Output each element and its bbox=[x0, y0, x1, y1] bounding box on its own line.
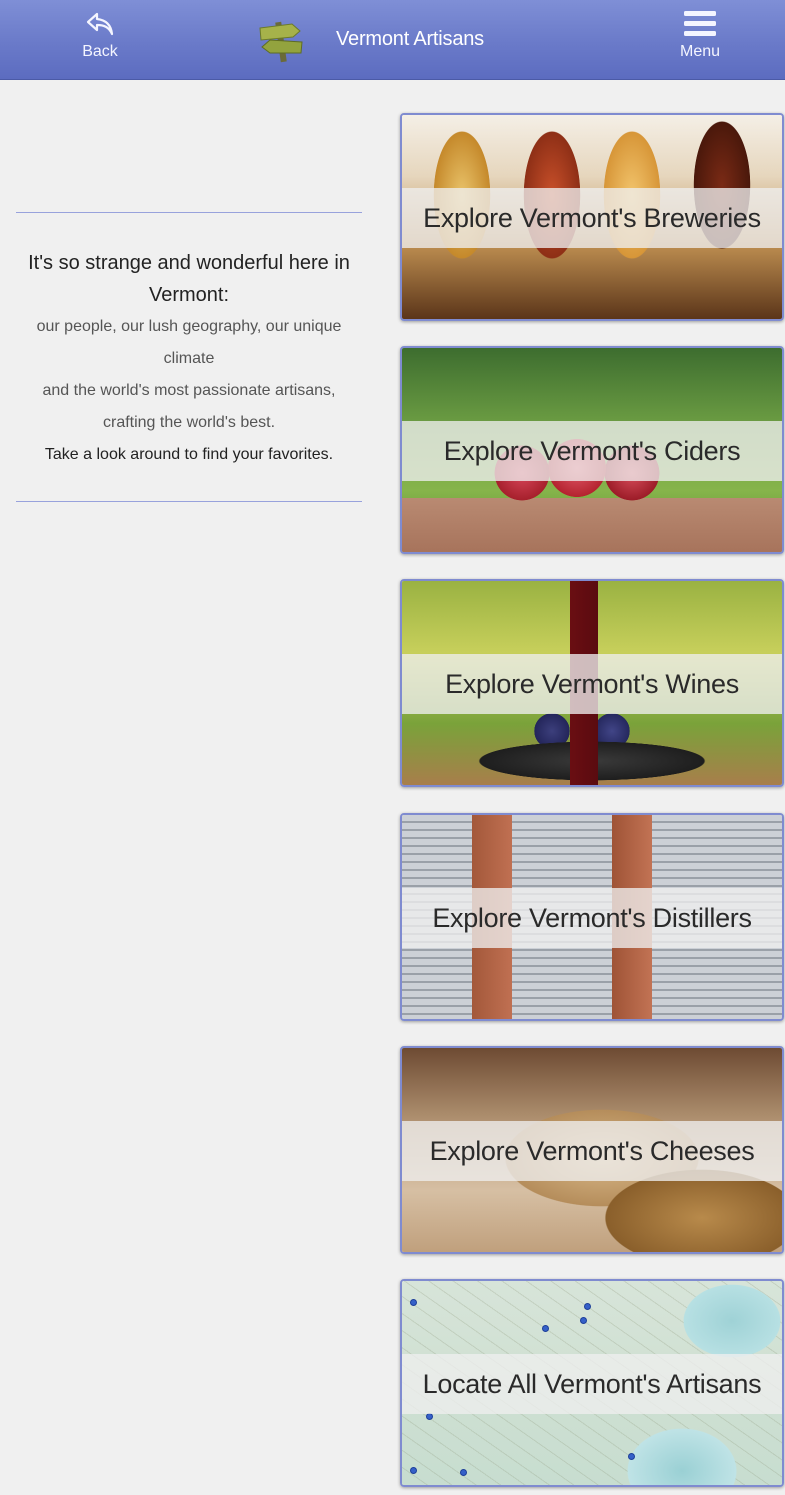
card-label: Explore Vermont's Cheeses bbox=[429, 1135, 755, 1166]
card-label: Explore Vermont's Breweries bbox=[423, 202, 761, 233]
map-pin-icon bbox=[542, 1325, 549, 1332]
card-ciders[interactable]: Explore Vermont's Ciders bbox=[400, 346, 784, 554]
map-pin-icon bbox=[580, 1317, 587, 1324]
intro-line-2: and the world's most passionate artisans… bbox=[42, 382, 336, 431]
intro-heading: It's so strange and wonderful here in Ve… bbox=[28, 252, 350, 306]
hamburger-menu-icon bbox=[684, 10, 716, 43]
signpost-logo-icon bbox=[256, 16, 306, 64]
map-pin-icon bbox=[410, 1467, 417, 1474]
menu-label: Menu bbox=[679, 43, 721, 60]
map-pin-icon bbox=[410, 1299, 417, 1306]
back-button[interactable]: Back bbox=[78, 10, 122, 61]
map-pin-icon bbox=[460, 1469, 467, 1476]
intro-cta: Take a look around to find your favorite… bbox=[44, 446, 334, 463]
map-pin-icon bbox=[628, 1453, 635, 1460]
card-label: Explore Vermont's Ciders bbox=[443, 435, 741, 466]
back-label: Back bbox=[82, 43, 118, 60]
intro-panel: It's so strange and wonderful here in Ve… bbox=[16, 212, 362, 502]
card-label: Locate All Vermont's Artisans bbox=[422, 1368, 762, 1399]
app-title: Vermont Artisans bbox=[336, 28, 484, 50]
card-wines[interactable]: Explore Vermont's Wines bbox=[400, 579, 784, 787]
app-header: Back Vermont Artisans Menu bbox=[0, 0, 785, 80]
card-breweries[interactable]: Explore Vermont's Breweries bbox=[400, 113, 784, 321]
card-locate-artisans[interactable]: Locate All Vermont's Artisans bbox=[400, 1279, 784, 1487]
card-label: Explore Vermont's Wines bbox=[445, 668, 739, 699]
intro-line-1: our people, our lush geography, our uniq… bbox=[36, 318, 342, 367]
menu-button[interactable]: Menu bbox=[676, 10, 724, 61]
card-label: Explore Vermont's Distillers bbox=[432, 902, 752, 933]
map-pin-icon bbox=[584, 1303, 591, 1310]
map-pin-icon bbox=[426, 1413, 433, 1420]
card-distillers[interactable]: Explore Vermont's Distillers bbox=[400, 813, 784, 1021]
card-cheeses[interactable]: Explore Vermont's Cheeses bbox=[400, 1046, 784, 1254]
back-arrow-icon bbox=[85, 10, 115, 43]
